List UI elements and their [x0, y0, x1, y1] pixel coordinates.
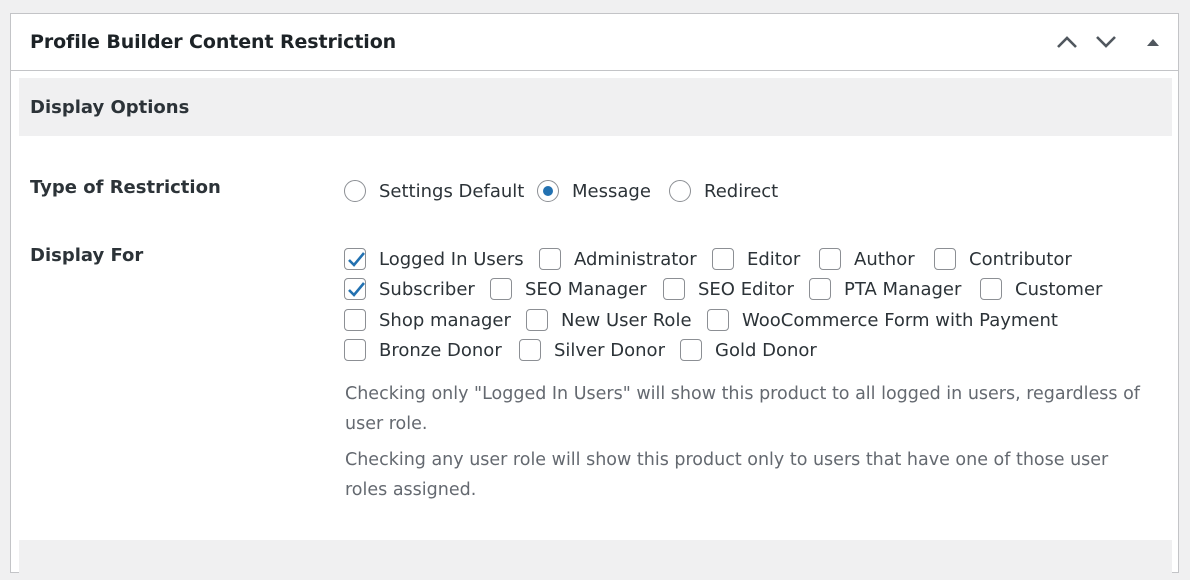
move-up-button[interactable]: [1053, 28, 1081, 56]
chevron-down-icon: [1095, 35, 1117, 49]
content-restriction-metabox: Profile Builder Content Restriction Disp…: [10, 13, 1179, 580]
checkbox[interactable]: [934, 248, 956, 270]
radio-label: Message: [572, 180, 651, 202]
checkbox-label: Administrator: [574, 248, 697, 270]
checkbox-silver-donor[interactable]: Silver Donor: [519, 337, 665, 363]
checkbox[interactable]: [344, 309, 366, 331]
checkbox-administrator[interactable]: Administrator: [539, 246, 697, 272]
checkbox-contributor[interactable]: Contributor: [934, 246, 1072, 272]
checkbox-pta-manager[interactable]: PTA Manager: [809, 276, 961, 302]
checkbox-gold-donor[interactable]: Gold Donor: [680, 337, 817, 363]
checkbox[interactable]: [663, 278, 685, 300]
checkbox[interactable]: [526, 309, 548, 331]
checkbox-new-user-role[interactable]: New User Role: [526, 307, 692, 333]
display-for-label: Display For: [30, 245, 144, 266]
restriction-type-label: Type of Restriction: [30, 177, 221, 198]
section-title: Display Options: [30, 97, 190, 118]
next-section-header: [19, 540, 1172, 580]
checkbox[interactable]: [344, 248, 366, 270]
radio-label: Redirect: [704, 180, 779, 202]
radio-button[interactable]: [669, 180, 691, 202]
checkbox-author[interactable]: Author: [819, 246, 915, 272]
checkbox-editor[interactable]: Editor: [712, 246, 800, 272]
checkbox-label: Shop manager: [379, 309, 511, 331]
checkbox-label: SEO Editor: [698, 278, 794, 300]
checkbox-label: Silver Donor: [554, 339, 665, 361]
checkbox[interactable]: [712, 248, 734, 270]
checkbox-label: Bronze Donor: [379, 339, 502, 361]
display-options-header: Display Options: [19, 78, 1172, 136]
checkbox-seo-editor[interactable]: SEO Editor: [663, 276, 794, 302]
radio-button[interactable]: [537, 180, 559, 202]
help-text-user-role: Checking any user role will show this pr…: [345, 450, 1109, 500]
checkbox[interactable]: [980, 278, 1002, 300]
checkbox-shop-manager[interactable]: Shop manager: [344, 307, 511, 333]
metabox-title: Profile Builder Content Restriction: [30, 31, 397, 53]
checkmark-icon: [348, 282, 365, 297]
checkbox-label: WooCommerce Form with Payment: [742, 309, 1058, 331]
checkbox-label: Logged In Users: [379, 248, 524, 270]
checkbox-label: Gold Donor: [715, 339, 817, 361]
checkbox-label: Contributor: [969, 248, 1072, 270]
checkbox[interactable]: [539, 248, 561, 270]
radio-button[interactable]: [344, 180, 366, 202]
radio-message[interactable]: Message: [537, 178, 651, 204]
checkbox-label: PTA Manager: [844, 278, 962, 300]
checkbox[interactable]: [519, 339, 541, 361]
chevron-up-icon: [1056, 35, 1078, 49]
checkbox-label: Author: [854, 248, 915, 270]
checkbox-logged-in-users[interactable]: Logged In Users: [344, 246, 524, 272]
checkmark-icon: [348, 252, 365, 267]
checkbox-seo-manager[interactable]: SEO Manager: [490, 276, 647, 302]
checkbox[interactable]: [707, 309, 729, 331]
radio-settings-default[interactable]: Settings Default: [344, 178, 524, 204]
help-text-logged-in: Checking only "Logged In Users" will sho…: [345, 384, 1140, 434]
checkbox[interactable]: [344, 339, 366, 361]
checkbox-bronze-donor[interactable]: Bronze Donor: [344, 337, 502, 363]
checkbox-woocommerce-form[interactable]: WooCommerce Form with Payment: [707, 307, 1058, 333]
metabox-header: Profile Builder Content Restriction: [11, 14, 1178, 71]
checkbox-label: New User Role: [561, 309, 692, 331]
checkbox[interactable]: [819, 248, 841, 270]
checkbox-label: Editor: [747, 248, 801, 270]
checkbox-label: SEO Manager: [525, 278, 647, 300]
checkbox[interactable]: [809, 278, 831, 300]
move-down-button[interactable]: [1092, 28, 1120, 56]
checkbox[interactable]: [680, 339, 702, 361]
checkbox-customer[interactable]: Customer: [980, 276, 1102, 302]
checkbox[interactable]: [344, 278, 366, 300]
checkbox[interactable]: [490, 278, 512, 300]
toggle-arrow-icon: [1146, 37, 1160, 47]
radio-redirect[interactable]: Redirect: [669, 178, 778, 204]
toggle-panel-button[interactable]: [1139, 28, 1167, 56]
checkbox-label: Subscriber: [379, 278, 475, 300]
checkbox-label: Customer: [1015, 278, 1103, 300]
checkbox-subscriber[interactable]: Subscriber: [344, 276, 475, 302]
radio-label: Settings Default: [379, 180, 525, 202]
